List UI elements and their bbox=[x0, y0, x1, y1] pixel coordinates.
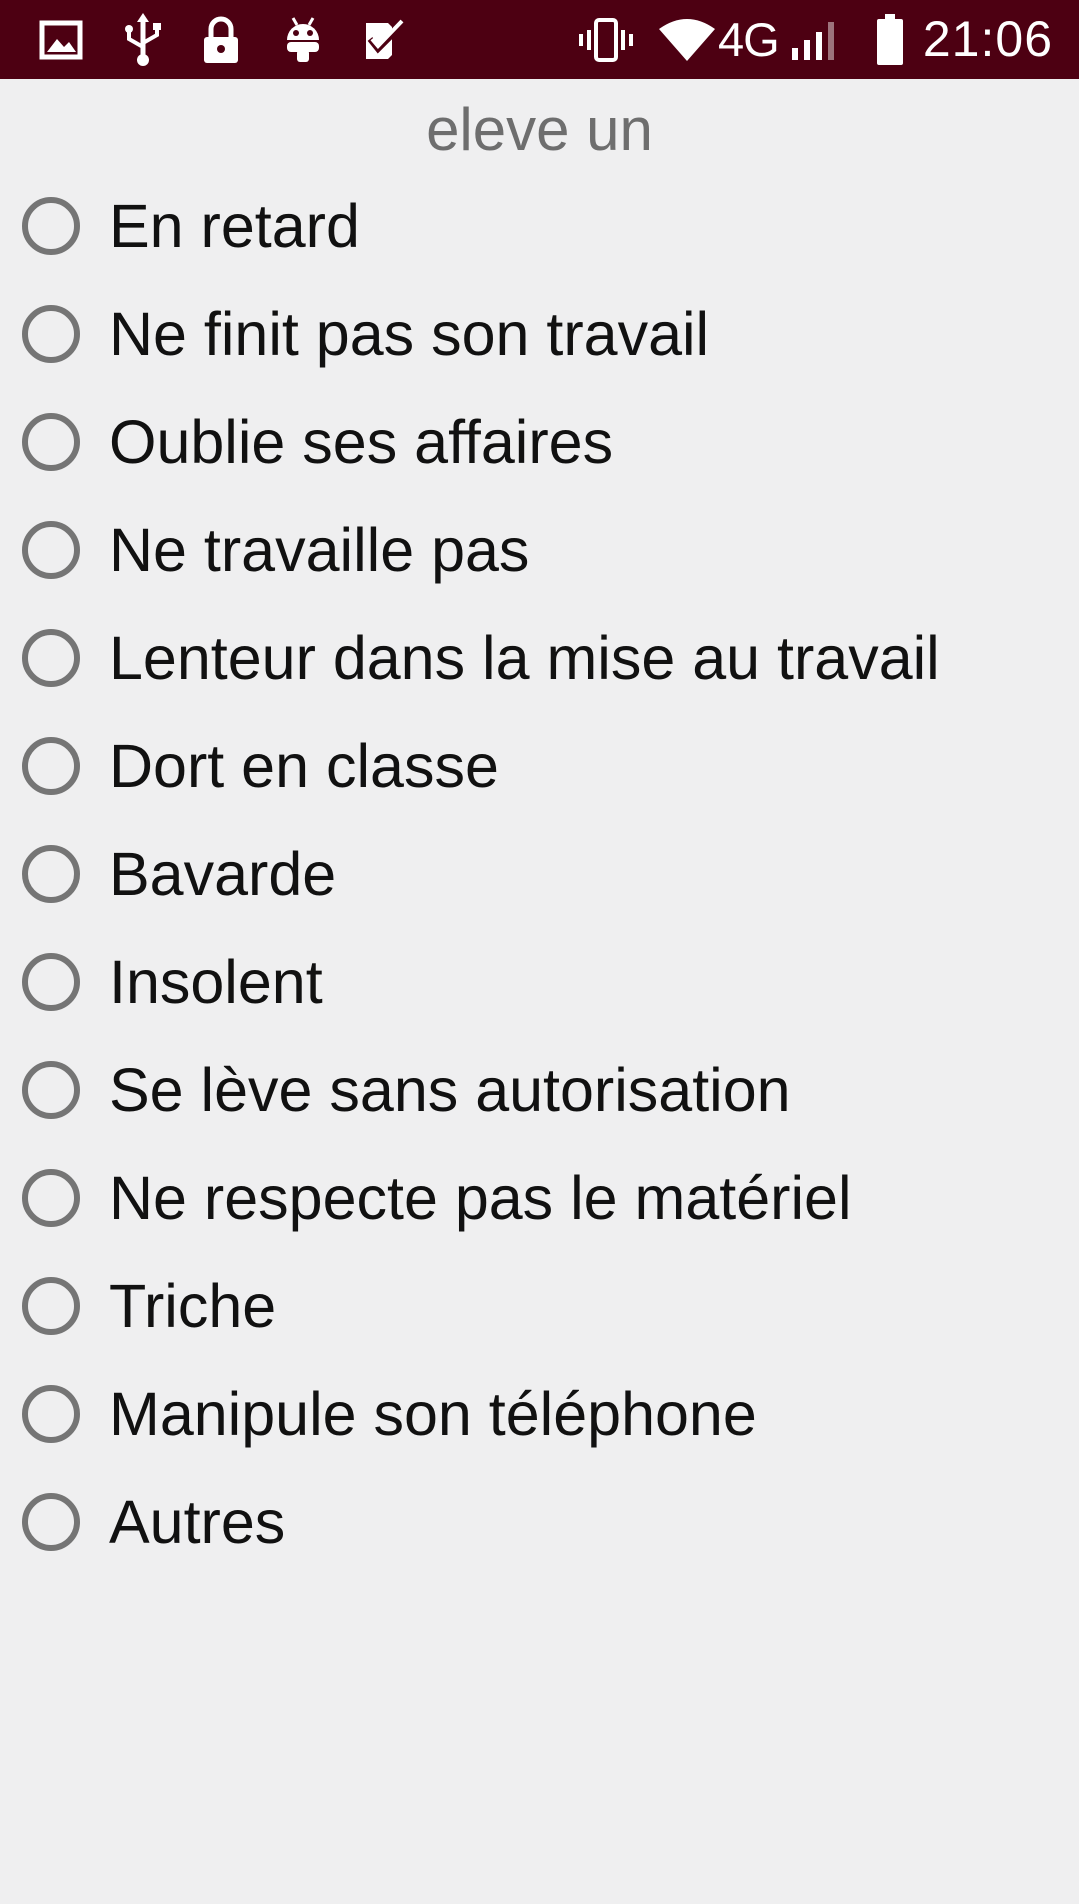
radio-option-bavarde[interactable]: Bavarde bbox=[0, 820, 1079, 928]
radio-option-lenteur[interactable]: Lenteur dans la mise au travail bbox=[0, 604, 1079, 712]
vibrate-icon bbox=[574, 0, 638, 79]
image-icon bbox=[36, 0, 86, 79]
radio-button[interactable] bbox=[22, 737, 80, 795]
radio-button[interactable] bbox=[22, 1061, 80, 1119]
radio-option-se-leve[interactable]: Se lève sans autorisation bbox=[0, 1036, 1079, 1144]
radio-label: Insolent bbox=[109, 948, 323, 1016]
radio-label: Triche bbox=[109, 1272, 277, 1340]
radio-button[interactable] bbox=[22, 629, 80, 687]
radio-option-dort[interactable]: Dort en classe bbox=[0, 712, 1079, 820]
radio-label: Ne respecte pas le matériel bbox=[109, 1164, 852, 1232]
radio-option-materiel[interactable]: Ne respecte pas le matériel bbox=[0, 1144, 1079, 1252]
radio-button[interactable] bbox=[22, 197, 80, 255]
lock-icon bbox=[198, 0, 244, 79]
radio-button[interactable] bbox=[22, 413, 80, 471]
android-icon bbox=[280, 0, 326, 79]
usb-icon bbox=[120, 0, 166, 79]
radio-label: Bavarde bbox=[109, 840, 337, 908]
radio-option-ne-finit-pas[interactable]: Ne finit pas son travail bbox=[0, 280, 1079, 388]
radio-group: En retard Ne finit pas son travail Oubli… bbox=[0, 172, 1079, 1576]
network-type-label: 4G bbox=[718, 13, 780, 66]
battery-icon bbox=[870, 0, 910, 79]
radio-label: Ne finit pas son travail bbox=[109, 300, 710, 368]
radio-button[interactable] bbox=[22, 305, 80, 363]
radio-label: En retard bbox=[109, 192, 360, 260]
page-title: eleve un bbox=[426, 96, 653, 163]
radio-label: Ne travaille pas bbox=[109, 516, 530, 584]
radio-label: Dort en classe bbox=[109, 732, 499, 800]
radio-button[interactable] bbox=[22, 1277, 80, 1335]
radio-button[interactable] bbox=[22, 521, 80, 579]
radio-label: Autres bbox=[109, 1488, 286, 1556]
radio-label: Se lève sans autorisation bbox=[109, 1056, 791, 1124]
radio-option-ne-travaille-pas[interactable]: Ne travaille pas bbox=[0, 496, 1079, 604]
status-time: 21:06 bbox=[922, 11, 1053, 67]
radio-option-autres[interactable]: Autres bbox=[0, 1468, 1079, 1576]
radio-option-telephone[interactable]: Manipule son téléphone bbox=[0, 1360, 1079, 1468]
radio-button[interactable] bbox=[22, 845, 80, 903]
radio-button[interactable] bbox=[22, 953, 80, 1011]
signal-icon bbox=[788, 0, 844, 79]
radio-button[interactable] bbox=[22, 1493, 80, 1551]
radio-label: Oublie ses affaires bbox=[109, 408, 614, 476]
radio-option-triche[interactable]: Triche bbox=[0, 1252, 1079, 1360]
radio-option-insolent[interactable]: Insolent bbox=[0, 928, 1079, 1036]
radio-button[interactable] bbox=[22, 1385, 80, 1443]
radio-label: Lenteur dans la mise au travail bbox=[109, 624, 940, 692]
radio-button[interactable] bbox=[22, 1169, 80, 1227]
radio-option-en-retard[interactable]: En retard bbox=[0, 172, 1079, 280]
radio-label: Manipule son téléphone bbox=[109, 1380, 757, 1448]
checkbox-app-icon bbox=[360, 0, 410, 79]
wifi-icon bbox=[658, 0, 716, 79]
status-bar: 4G 21:06 bbox=[0, 0, 1079, 79]
radio-option-oublie-affaires[interactable]: Oublie ses affaires bbox=[0, 388, 1079, 496]
